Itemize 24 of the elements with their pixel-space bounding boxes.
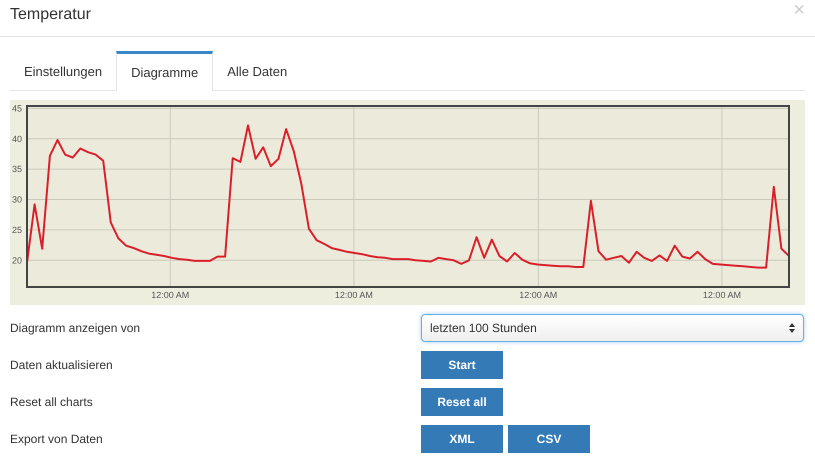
select-arrows-icon: [789, 322, 795, 332]
action-button[interactable]: Reset all: [421, 388, 503, 416]
action-button[interactable]: Start: [421, 350, 503, 378]
y-tick-label: 20: [12, 255, 22, 266]
x-tick-label: 12:00 AM: [151, 290, 190, 300]
window-title: Temperatur: [10, 5, 91, 25]
y-tick-label: 35: [12, 164, 22, 174]
x-tick-label: 12:00 AM: [519, 290, 558, 300]
field-label: Export von Daten: [10, 430, 104, 448]
field-label: Reset all charts: [10, 394, 94, 410]
tab[interactable]: Einstellungen: [10, 51, 116, 90]
y-tick-label: 30: [12, 194, 22, 205]
action-button[interactable]: CSV: [508, 424, 590, 452]
action-button[interactable]: XML: [421, 424, 503, 452]
y-tick-label: 25: [12, 224, 22, 235]
range-select[interactable]: letzten 100 Stunden: [421, 314, 804, 342]
field-label: Diagramm anzeigen von: [10, 320, 142, 336]
tab[interactable]: Diagramme: [116, 51, 214, 91]
y-tick-label: 40: [12, 134, 22, 144]
field-label: Daten aktualisieren: [10, 356, 114, 374]
tab[interactable]: Alle Daten: [213, 51, 302, 90]
x-tick-label: 12:00 AM: [702, 290, 741, 300]
x-tick-label: 12:00 AM: [334, 290, 373, 300]
y-tick-label: 45: [12, 103, 22, 114]
